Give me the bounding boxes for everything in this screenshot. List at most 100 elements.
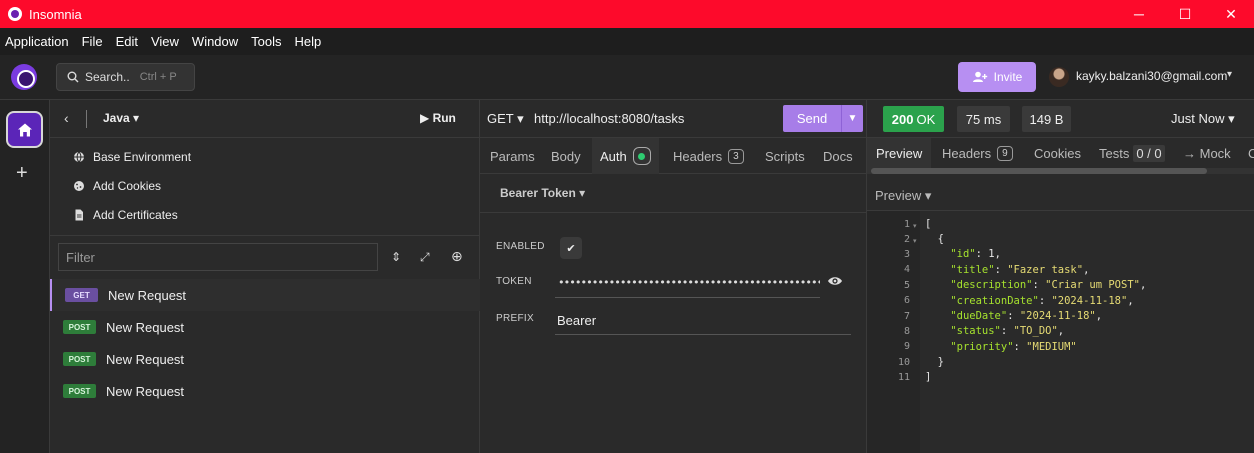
filter-input[interactable]: Filter xyxy=(58,243,378,271)
line-number: 10 xyxy=(897,357,910,368)
maximize-button[interactable]: ☐ xyxy=(1162,0,1208,28)
search-shortcut: Ctrl + P xyxy=(139,71,177,83)
sidebar-item-label: Base Environment xyxy=(93,150,192,164)
request-name: New Request xyxy=(106,383,185,399)
tab-headers[interactable]: Headers 3 xyxy=(673,138,744,174)
tab-preview[interactable]: Preview xyxy=(867,138,932,168)
code-line: "title": "Fazer task", xyxy=(950,264,1090,276)
tab-cookies[interactable]: Cookies xyxy=(1034,138,1081,168)
token-field[interactable]: ••••••••••••••••••••••••••••••••••••••••… xyxy=(555,267,820,298)
code-text: } xyxy=(925,356,944,368)
request-item[interactable]: POST New Request xyxy=(50,311,480,343)
json-key: "description" xyxy=(950,279,1033,291)
sort-icon[interactable]: ⇕ xyxy=(391,250,401,264)
chevron-down-icon[interactable]: ▾ xyxy=(1227,69,1232,80)
search-button[interactable]: Search.. Ctrl + P xyxy=(56,63,195,91)
workspace-selector[interactable]: Java ▾ xyxy=(103,111,139,125)
base-environment-link[interactable]: Base Environment xyxy=(73,147,191,167)
tab-auth[interactable]: Auth xyxy=(592,138,659,174)
json-key: "creationDate" xyxy=(950,295,1039,307)
tab-body[interactable]: Body xyxy=(551,138,581,174)
insomnia-logo-icon xyxy=(8,7,22,21)
minimize-button[interactable]: ─ xyxy=(1116,0,1162,28)
request-item[interactable]: GET New Request xyxy=(50,279,480,311)
tab-tests[interactable]: Tests 0 / 0 xyxy=(1099,138,1165,168)
back-button[interactable]: ‹ xyxy=(64,110,69,126)
eye-icon[interactable] xyxy=(827,273,843,289)
method-badge: POST xyxy=(63,352,96,366)
tests-count-badge: 0 / 0 xyxy=(1133,144,1165,162)
auth-type-selector[interactable]: Bearer Token ▾ xyxy=(500,186,585,200)
request-name: New Request xyxy=(106,351,185,367)
json-key: "priority" xyxy=(950,341,1014,353)
json-value: "TO_DO" xyxy=(1013,325,1058,337)
line-number: 3 xyxy=(903,249,910,260)
prefix-field[interactable]: Bearer xyxy=(555,306,851,335)
method-badge: GET xyxy=(65,288,98,302)
menu-tools[interactable]: Tools xyxy=(251,34,281,49)
menu-file[interactable]: File xyxy=(82,34,103,49)
tab-overflow[interactable]: C xyxy=(1248,138,1254,168)
menu-view[interactable]: View xyxy=(151,34,179,49)
url-input[interactable]: http://localhost:8080/tasks xyxy=(534,111,684,126)
request-pane: GET ▾ http://localhost:8080/tasks Send ▼… xyxy=(480,100,867,453)
sidebar-item-label: Add Certificates xyxy=(93,208,178,222)
menu-edit[interactable]: Edit xyxy=(116,34,138,49)
tab-response-headers[interactable]: Headers 9 xyxy=(942,138,1013,168)
response-status-bar: 200 OK 75 ms 149 B Just Now ▾ xyxy=(867,100,1254,138)
json-value: "2024-11-18" xyxy=(1019,310,1096,322)
tab-params[interactable]: Params xyxy=(490,138,535,174)
status-code: 200 xyxy=(891,111,914,127)
line-number: 11 xyxy=(897,372,910,383)
add-certificates-link[interactable]: Add Certificates xyxy=(73,205,178,225)
preview-mode-dropdown[interactable]: Preview ▾ xyxy=(875,188,931,204)
response-history-dropdown[interactable]: Just Now ▾ xyxy=(1171,111,1235,127)
menu-help[interactable]: Help xyxy=(295,34,322,49)
add-request-icon[interactable]: ⊕ xyxy=(451,248,463,265)
code-line: "dueDate": "2024-11-18", xyxy=(950,310,1103,322)
user-email[interactable]: kayky.balzani30@gmail.com xyxy=(1076,69,1227,83)
prefix-label: PREFIX xyxy=(496,313,534,324)
run-button[interactable]: ▶ Run xyxy=(420,111,456,125)
line-number: 6 xyxy=(903,295,910,306)
app-logo-icon[interactable] xyxy=(11,64,37,90)
sidebar: ‹ Java ▾ ▶ Run Base Environment Add Cook… xyxy=(50,100,480,453)
status-text: OK xyxy=(916,111,936,127)
fold-icon[interactable]: ▾ xyxy=(913,237,917,245)
send-label: Send xyxy=(796,111,828,126)
tab-scripts[interactable]: Scripts xyxy=(765,138,805,174)
globe-icon xyxy=(74,151,84,163)
url-bar: GET ▾ http://localhost:8080/tasks Send ▼ xyxy=(480,100,867,138)
menu-application[interactable]: Application xyxy=(5,34,69,49)
add-project-button[interactable]: + xyxy=(16,162,28,185)
fold-icon[interactable]: ▾ xyxy=(913,222,917,230)
close-window-button[interactable]: ✕ xyxy=(1208,0,1254,28)
enabled-checkbox[interactable]: ✔ xyxy=(560,237,582,259)
sidebar-links: Base Environment Add Cookies Add Certifi… xyxy=(50,138,480,236)
send-dropdown-icon[interactable]: ▼ xyxy=(841,105,863,132)
add-cookies-link[interactable]: Add Cookies xyxy=(73,176,161,196)
search-icon xyxy=(67,71,79,83)
request-item[interactable]: POST New Request xyxy=(50,375,480,407)
menu-window[interactable]: Window xyxy=(192,34,238,49)
method-selector[interactable]: GET ▾ xyxy=(487,111,524,127)
json-key: "title" xyxy=(950,264,995,276)
tab-label: Headers xyxy=(942,145,992,161)
tab-docs[interactable]: Docs xyxy=(823,138,853,174)
json-key: "id" xyxy=(950,248,976,260)
tabs-scrollbar-thumb[interactable] xyxy=(871,168,1207,174)
home-button[interactable] xyxy=(6,111,43,148)
avatar[interactable] xyxy=(1049,67,1069,87)
code-line: { xyxy=(925,233,944,245)
response-time-badge: 75 ms xyxy=(957,106,1010,132)
status-badge: 200 OK xyxy=(883,106,944,132)
expand-icon[interactable]: ⤢ xyxy=(420,250,430,265)
tab-mock[interactable]: → Mock xyxy=(1183,138,1231,168)
enabled-label: ENABLED xyxy=(496,241,545,252)
send-button[interactable]: Send ▼ xyxy=(783,105,863,132)
request-item[interactable]: POST New Request xyxy=(50,343,480,375)
line-number: 4 xyxy=(903,264,910,275)
invite-button[interactable]: Invite xyxy=(958,62,1036,92)
response-pane: 200 OK 75 ms 149 B Just Now ▾ Preview He… xyxy=(867,100,1254,453)
line-number: 9 xyxy=(903,341,910,352)
